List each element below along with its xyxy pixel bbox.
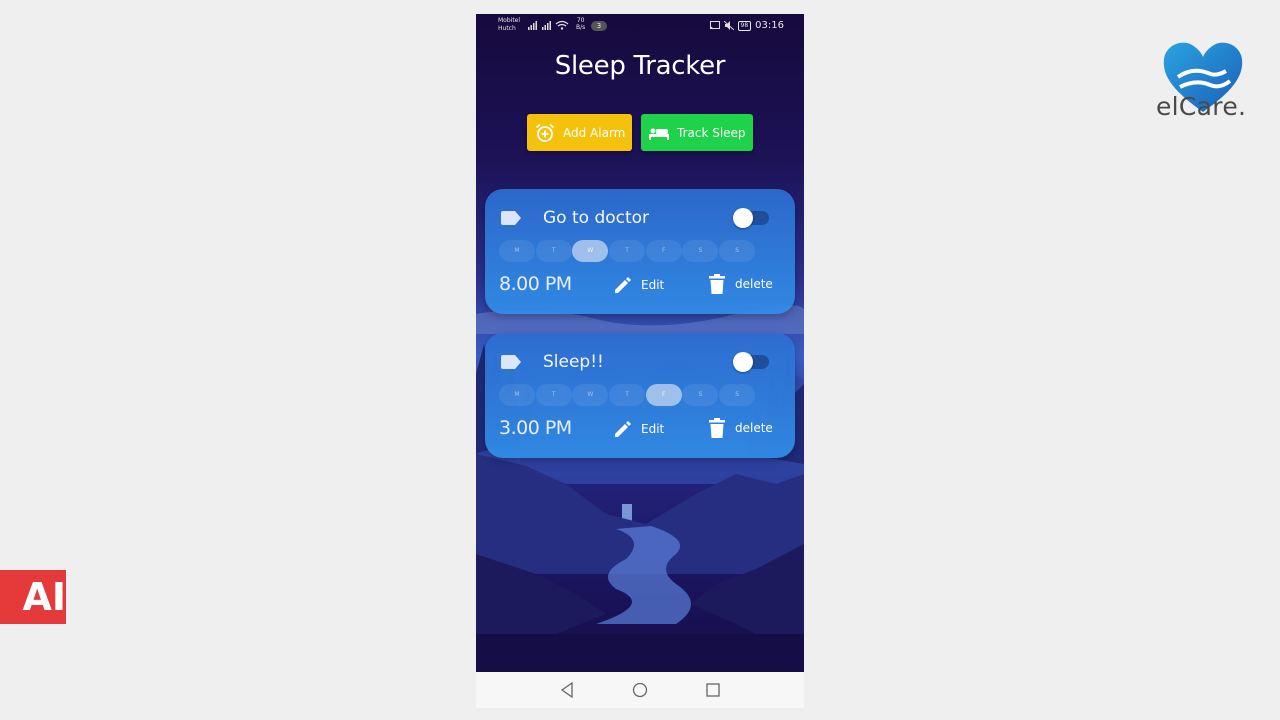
back-icon[interactable] [560, 682, 574, 698]
day-chip-selected[interactable]: W [572, 240, 609, 262]
delete-label: delete [735, 277, 773, 291]
day-chip[interactable]: S [682, 384, 719, 406]
mute-icon [723, 21, 734, 30]
status-bar: Mobitel Hutch 70 B/s 3 98 03:16 [476, 14, 804, 38]
add-alarm-label: Add Alarm [563, 125, 626, 140]
edit-label: Edit [641, 422, 665, 436]
day-chip[interactable]: M [499, 384, 535, 406]
net-speed-value: 70 [576, 17, 585, 24]
day-chip[interactable]: F [645, 240, 682, 262]
net-speed-unit: B/s [576, 24, 586, 31]
add-alarm-button[interactable]: Add Alarm [527, 114, 632, 151]
day-chip[interactable]: M [499, 240, 535, 262]
toggle-knob [733, 208, 753, 228]
day-chip[interactable]: S [682, 240, 719, 262]
alarm-card[interactable]: Go to doctor M T W T F S S 8.00 PM Edit [485, 189, 795, 314]
phone-screen: Mobitel Hutch 70 B/s 3 98 03:16 Sleep Tr… [476, 14, 804, 708]
track-sleep-button[interactable]: Track Sleep [641, 114, 753, 151]
day-chip[interactable]: W [572, 384, 609, 406]
notification-count-badge: 3 [591, 21, 607, 31]
signal-wifi-icon [528, 20, 569, 30]
delete-button[interactable]: delete [709, 418, 773, 438]
day-chip-selected[interactable]: F [645, 384, 682, 406]
status-time: 03:16 [755, 20, 784, 31]
carrier-label: Mobitel Hutch [498, 17, 520, 33]
net-speed: 70 B/s [576, 17, 585, 31]
status-right-group: 98 03:16 [709, 20, 784, 31]
trash-icon [709, 274, 725, 294]
alarm-card[interactable]: Sleep!! M T W T F S S 3.00 PM Edit delet… [485, 333, 795, 458]
toggle-knob [733, 352, 753, 372]
pencil-icon [615, 421, 631, 437]
track-sleep-label: Track Sleep [677, 125, 746, 140]
alarm-time: 3.00 PM [499, 417, 572, 439]
battery-indicator: 98 [737, 20, 752, 31]
alarm-time: 8.00 PM [499, 273, 572, 295]
alarm-toggle[interactable] [733, 208, 769, 228]
day-chip[interactable]: S [719, 240, 756, 262]
label-tag-icon [501, 211, 521, 225]
day-chip[interactable]: T [609, 384, 646, 406]
carrier-line1: Mobitel [498, 17, 521, 24]
add-alarm-icon [535, 123, 555, 142]
delete-button[interactable]: delete [709, 274, 773, 294]
day-chip[interactable]: T [535, 384, 572, 406]
alarm-title: Go to doctor [543, 208, 650, 228]
recents-icon[interactable] [706, 682, 720, 698]
alarm-title: Sleep!! [543, 352, 604, 372]
weekday-selector: M T W T F S S [499, 384, 756, 406]
label-tag-icon [501, 355, 521, 369]
day-chip[interactable]: S [719, 384, 756, 406]
trash-icon [709, 418, 725, 438]
cast-icon [709, 21, 720, 30]
app-background: Mobitel Hutch 70 B/s 3 98 03:16 Sleep Tr… [476, 14, 804, 672]
alarm-toggle[interactable] [733, 352, 769, 372]
edit-button[interactable]: Edit [613, 419, 664, 439]
edit-label: Edit [641, 278, 665, 292]
delete-label: delete [735, 421, 773, 435]
bed-icon [649, 128, 669, 140]
carrier-line2: Hutch [498, 25, 516, 32]
home-icon[interactable] [632, 682, 648, 698]
system-nav-bar [476, 672, 804, 708]
day-chip[interactable]: T [535, 240, 572, 262]
edit-button[interactable]: Edit [613, 275, 664, 295]
page-title: Sleep Tracker [554, 51, 726, 81]
weekday-selector: M T W T F S S [499, 240, 756, 262]
elcare-brand-text: elCare. [1156, 92, 1247, 121]
day-chip[interactable]: T [609, 240, 646, 262]
ai-logo-badge: AI [0, 570, 66, 624]
pencil-icon [615, 277, 631, 293]
